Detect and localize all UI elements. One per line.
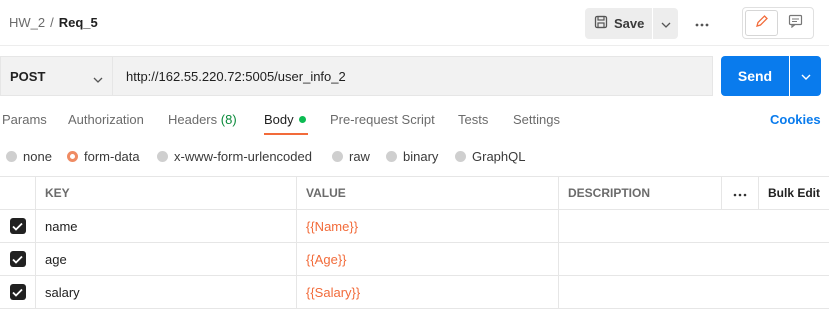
more-horizontal-icon [695, 14, 709, 32]
row-check-cell [0, 276, 35, 308]
chevron-down-icon [801, 67, 811, 85]
method-select[interactable]: POST [0, 56, 112, 96]
radio-dot [332, 151, 343, 162]
save-icon [594, 15, 608, 32]
breadcrumb-separator: / [50, 15, 54, 30]
active-tab-underline [264, 133, 308, 135]
radio-none[interactable]: none [6, 149, 52, 164]
pencil-icon [755, 14, 769, 33]
row-value[interactable]: {{Age}} [296, 243, 558, 275]
send-group: Send [721, 56, 821, 96]
row-checkbox[interactable] [9, 251, 26, 267]
breadcrumb: HW_2 / Req_5 [9, 15, 98, 30]
check-icon [12, 255, 23, 264]
radio-dot [386, 151, 397, 162]
radio-label: binary [403, 149, 439, 164]
radio-label: x-www-form-urlencoded [174, 149, 312, 164]
bulk-edit-button[interactable]: Bulk Edit [758, 177, 829, 209]
header-key: KEY [35, 177, 296, 209]
check-icon [12, 222, 23, 231]
row-check-cell [0, 210, 35, 242]
radio-binary[interactable]: binary [386, 149, 438, 164]
request-tabs: Params Authorization Headers (8) Body Pr… [0, 105, 829, 135]
row-key[interactable]: name [35, 210, 296, 242]
radio-dot-selected [67, 151, 78, 162]
more-options-button[interactable] [688, 14, 716, 32]
table-options-button[interactable] [721, 177, 758, 209]
radio-label: raw [349, 149, 370, 164]
radio-form-data[interactable]: form-data [67, 149, 140, 164]
radio-dot [6, 151, 17, 162]
tab-tests[interactable]: Tests [458, 112, 488, 127]
breadcrumb-collection[interactable]: HW_2 [9, 15, 45, 30]
save-options-button[interactable] [653, 8, 678, 39]
row-key[interactable]: salary [35, 276, 296, 308]
cookies-link[interactable]: Cookies [770, 112, 821, 127]
request-header: HW_2 / Req_5 Save [0, 0, 829, 46]
chevron-down-icon [661, 15, 671, 33]
radio-graphql[interactable]: GraphQL [455, 149, 525, 164]
tab-headers-label: Headers [168, 112, 218, 127]
row-key[interactable]: age [35, 243, 296, 275]
check-icon [12, 288, 23, 297]
radio-label: form-data [84, 149, 140, 164]
row-checkbox[interactable] [9, 284, 26, 300]
tab-settings[interactable]: Settings [513, 112, 560, 127]
header-description: DESCRIPTION [558, 177, 721, 209]
tab-pre-request-script[interactable]: Pre-request Script [330, 112, 435, 127]
breadcrumb-request[interactable]: Req_5 [59, 15, 98, 30]
more-horizontal-icon [733, 186, 747, 200]
radio-dot [455, 151, 466, 162]
radio-dot [157, 151, 168, 162]
radio-raw[interactable]: raw [332, 149, 370, 164]
method-label: POST [10, 68, 46, 84]
row-value[interactable]: {{Salary}} [296, 276, 558, 308]
header-check-cell [0, 177, 35, 209]
row-checkbox[interactable] [9, 218, 26, 234]
row-value[interactable]: {{Name}} [296, 210, 558, 242]
comments-toggle-button[interactable] [780, 10, 811, 36]
header-value: VALUE [296, 177, 558, 209]
tab-body-label: Body [264, 112, 294, 127]
table-row: name {{Name}} [0, 210, 829, 243]
form-data-table: KEY VALUE DESCRIPTION Bulk Edit name {{N… [0, 176, 829, 309]
table-row: age {{Age}} [0, 243, 829, 276]
table-header-row: KEY VALUE DESCRIPTION Bulk Edit [0, 176, 829, 210]
table-row: salary {{Salary}} [0, 276, 829, 309]
tab-headers[interactable]: Headers (8) [168, 112, 237, 127]
save-button[interactable]: Save [585, 8, 652, 39]
tab-authorization[interactable]: Authorization [68, 112, 144, 127]
send-options-button[interactable] [790, 56, 821, 96]
row-description[interactable] [558, 276, 829, 308]
url-input[interactable]: http://162.55.220.72:5005/user_info_2 [112, 56, 713, 96]
radio-label: none [23, 149, 52, 164]
url-text: http://162.55.220.72:5005/user_info_2 [126, 68, 346, 84]
send-button[interactable]: Send [721, 56, 789, 96]
comment-icon [788, 14, 803, 33]
save-group: Save [585, 8, 678, 39]
view-toggle [742, 7, 814, 39]
radio-x-www-form-urlencoded[interactable]: x-www-form-urlencoded [157, 149, 312, 164]
tab-body[interactable]: Body [264, 112, 306, 127]
edit-toggle-button[interactable] [745, 10, 778, 36]
row-description[interactable] [558, 243, 829, 275]
tab-params[interactable]: Params [2, 112, 47, 127]
body-indicator-dot [298, 116, 306, 123]
row-description[interactable] [558, 210, 829, 242]
row-check-cell [0, 243, 35, 275]
tab-headers-count: (8) [220, 112, 237, 127]
save-label: Save [614, 16, 645, 31]
chevron-down-icon [93, 70, 103, 88]
radio-label: GraphQL [472, 149, 526, 164]
